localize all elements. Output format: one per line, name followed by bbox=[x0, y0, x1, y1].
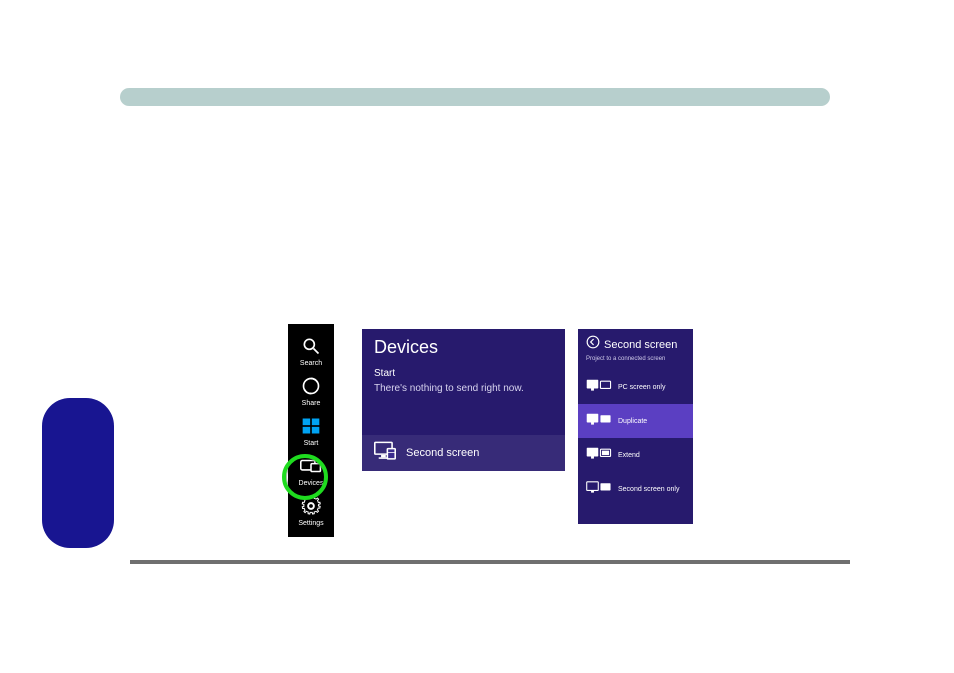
decorative-side-tab bbox=[42, 398, 114, 548]
second-screen-icon bbox=[374, 441, 396, 466]
option-second-screen-only[interactable]: Second screen only bbox=[578, 472, 693, 506]
option-label: Duplicate bbox=[618, 418, 647, 425]
devices-title: Devices bbox=[374, 337, 553, 358]
second-screen-flyout: Second screen Project to a connected scr… bbox=[578, 329, 693, 524]
charm-share[interactable]: Share bbox=[288, 374, 334, 407]
charm-devices[interactable]: Devices bbox=[288, 454, 334, 487]
gear-icon bbox=[297, 494, 325, 518]
charm-label: Search bbox=[300, 360, 322, 367]
option-label: PC screen only bbox=[618, 384, 665, 391]
second-screen-title: Second screen bbox=[604, 339, 677, 351]
charm-label: Start bbox=[304, 440, 319, 447]
option-duplicate[interactable]: Duplicate bbox=[578, 404, 693, 438]
horizontal-divider bbox=[130, 560, 850, 564]
devices-flyout: Devices Start There's nothing to send ri… bbox=[362, 329, 565, 471]
pc-screen-only-icon bbox=[586, 378, 612, 396]
duplicate-icon bbox=[586, 412, 612, 430]
option-label: Second screen only bbox=[618, 486, 679, 493]
windows-logo-icon bbox=[297, 414, 325, 438]
devices-icon bbox=[297, 454, 325, 478]
charm-label: Share bbox=[302, 400, 321, 407]
decorative-top-bar bbox=[120, 88, 830, 106]
second-screen-label: Second screen bbox=[406, 447, 479, 459]
charm-label: Devices bbox=[299, 480, 324, 487]
back-icon[interactable] bbox=[586, 335, 600, 354]
option-label: Extend bbox=[618, 452, 640, 459]
option-extend[interactable]: Extend bbox=[578, 438, 693, 472]
second-screen-button[interactable]: Second screen bbox=[362, 435, 565, 471]
charm-label: Settings bbox=[298, 520, 323, 527]
charms-bar: Search Share Start bbox=[288, 324, 334, 537]
share-icon bbox=[297, 374, 325, 398]
charm-settings[interactable]: Settings bbox=[288, 494, 334, 527]
charm-search[interactable]: Search bbox=[288, 334, 334, 367]
second-screen-caption: Project to a connected screen bbox=[586, 356, 685, 362]
option-pc-screen-only[interactable]: PC screen only bbox=[578, 370, 693, 404]
second-screen-header: Second screen bbox=[586, 335, 685, 354]
devices-subtitle: Start bbox=[374, 368, 553, 379]
second-screen-only-icon bbox=[586, 480, 612, 498]
devices-caption: There's nothing to send right now. bbox=[374, 383, 553, 394]
search-icon bbox=[297, 334, 325, 358]
extend-icon bbox=[586, 446, 612, 464]
charm-start[interactable]: Start bbox=[288, 414, 334, 447]
